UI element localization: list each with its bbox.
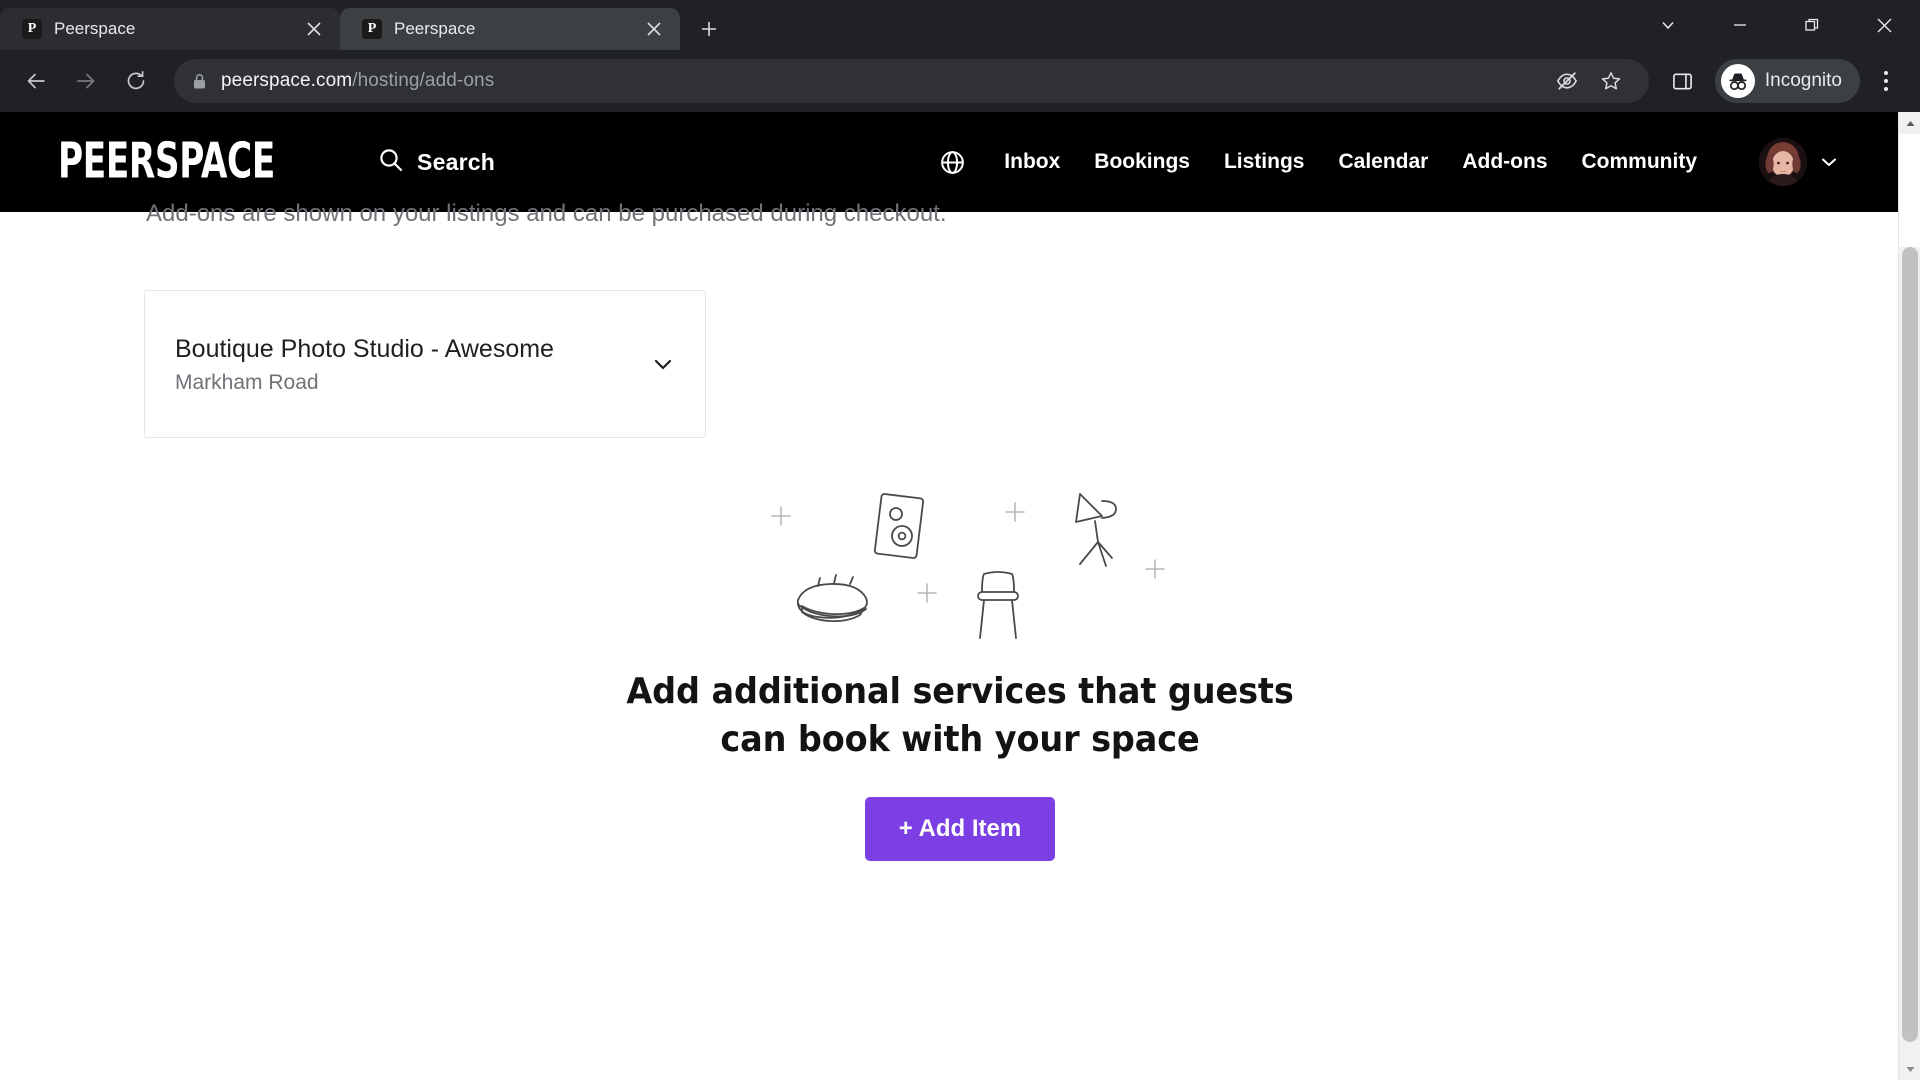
nav-item-calendar[interactable]: Calendar [1338,150,1428,174]
avatar [1759,138,1807,186]
tab-close-icon[interactable] [302,17,326,41]
incognito-badge[interactable]: Incognito [1714,59,1860,103]
page-subtitle: Add-ons are shown on your listings and c… [146,200,947,227]
window-controls [1632,0,1920,50]
listing-selector[interactable]: Boutique Photo Studio - Awesome Markham … [144,290,706,438]
address-bar[interactable]: peerspace.com/hosting/add-ons [174,59,1649,103]
restore-icon[interactable] [1776,0,1848,50]
tab-title: Peerspace [54,19,136,38]
kebab-menu-icon[interactable] [1866,59,1906,103]
browser-tab-2[interactable]: P Peerspace [340,8,680,50]
chevron-down-icon[interactable] [1819,152,1839,172]
nav-item-inbox[interactable]: Inbox [1004,150,1060,174]
reload-button[interactable] [114,59,158,103]
site-header: PEERSPACE Search Inbox Bookings Listings… [0,112,1905,212]
search-icon [378,147,404,178]
account-menu[interactable] [1759,138,1839,186]
listing-selector-text: Boutique Photo Studio - Awesome Markham … [175,333,651,396]
chevron-down-icon[interactable] [651,352,675,376]
url-text: peerspace.com/hosting/add-ons [221,70,494,92]
tab-search-icon[interactable] [1632,0,1704,50]
back-button[interactable] [14,59,58,103]
tab-title: Peerspace [394,19,476,38]
minimize-icon[interactable] [1704,0,1776,50]
add-item-button[interactable]: + Add Item [864,797,1056,862]
url-path: /hosting/add-ons [352,70,495,91]
nav-item-listings[interactable]: Listings [1224,150,1305,174]
scrollbar-track[interactable] [1899,134,1920,247]
peerspace-favicon-icon: P [22,19,42,39]
new-tab-button[interactable] [692,12,726,46]
search-label: Search [417,148,495,175]
forward-button[interactable] [64,59,108,103]
listing-subtitle: Markham Road [175,371,319,395]
tab-close-icon[interactable] [642,17,666,41]
tab-strip: P Peerspace P Peerspace [0,0,1920,50]
search-button[interactable]: Search [378,147,495,178]
peerspace-logo[interactable]: PEERSPACE [58,137,275,186]
browser-toolbar: peerspace.com/hosting/add-ons Incognito [0,50,1920,112]
scroll-up-arrow-icon[interactable] [1899,112,1920,134]
eye-slash-icon[interactable] [1547,61,1587,101]
url-domain: peerspace.com [221,70,353,91]
site-nav: Inbox Bookings Listings Calendar Add-ons… [939,138,1847,186]
empty-state: Add additional services that guests can … [0,480,1920,862]
scroll-down-arrow-icon[interactable] [1899,1058,1920,1080]
nav-item-add-ons[interactable]: Add-ons [1462,150,1547,174]
empty-state-heading: Add additional services that guests can … [626,671,1294,760]
incognito-icon [1720,64,1755,98]
lock-icon [192,73,207,90]
nav-item-bookings[interactable]: Bookings [1094,150,1190,174]
page-content: Add-ons are shown on your listings and c… [0,200,1920,1080]
peerspace-favicon-icon: P [362,19,382,39]
close-icon[interactable] [1848,0,1920,50]
page-viewport: PEERSPACE Search Inbox Bookings Listings… [0,112,1920,1080]
globe-icon[interactable] [939,149,966,176]
browser-window: P Peerspace P Peerspace peerspace.com/ho… [0,0,1920,1080]
star-icon[interactable] [1591,61,1631,101]
address-bar-actions [1547,61,1631,101]
add-on-items-illustration [750,480,1170,640]
page-scrollbar[interactable] [1898,112,1920,1080]
browser-tab-1[interactable]: P Peerspace [0,8,340,50]
side-panel-icon[interactable] [1661,59,1705,103]
incognito-label: Incognito [1764,70,1842,91]
scrollbar-thumb[interactable] [1902,247,1918,1042]
listing-title: Boutique Photo Studio - Awesome [175,334,554,363]
nav-item-community[interactable]: Community [1582,150,1698,174]
